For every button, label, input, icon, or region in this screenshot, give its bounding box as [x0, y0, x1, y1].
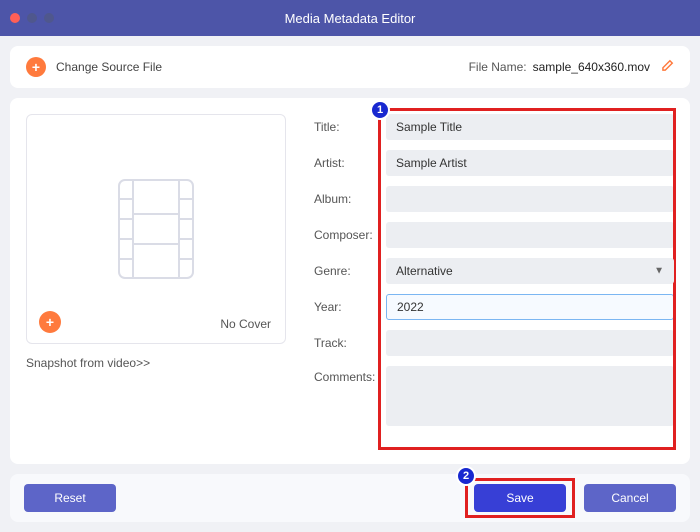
change-source-file-button[interactable]: Change Source File — [56, 60, 162, 74]
traffic-lights — [10, 13, 54, 23]
year-row: Year: — [314, 294, 674, 320]
year-input[interactable] — [386, 294, 674, 320]
comments-label: Comments: — [314, 366, 386, 384]
file-info-bar: + Change Source File File Name: sample_6… — [10, 46, 690, 88]
minimize-window-button — [27, 13, 37, 23]
artist-label: Artist: — [314, 156, 386, 170]
cancel-button[interactable]: Cancel — [584, 484, 676, 512]
title-row: Title: — [314, 114, 674, 140]
composer-row: Composer: — [314, 222, 674, 248]
no-cover-label: No Cover — [220, 317, 271, 331]
edit-filename-icon[interactable] — [660, 59, 674, 76]
close-window-button[interactable] — [10, 13, 20, 23]
composer-input[interactable] — [386, 222, 674, 248]
reset-button[interactable]: Reset — [24, 484, 116, 512]
cover-pane: + No Cover Snapshot from video>> — [26, 114, 286, 448]
film-strip-icon — [37, 125, 275, 333]
composer-label: Composer: — [314, 228, 386, 242]
annotation-badge-2: 2 — [456, 466, 476, 486]
cover-art-box: + No Cover — [26, 114, 286, 344]
window-title: Media Metadata Editor — [0, 11, 700, 26]
year-label: Year: — [314, 300, 386, 314]
main-panel: + No Cover Snapshot from video>> 1 Title… — [10, 98, 690, 464]
album-row: Album: — [314, 186, 674, 212]
file-name-label: File Name: — [469, 60, 527, 74]
content-area: + Change Source File File Name: sample_6… — [0, 36, 700, 532]
title-label: Title: — [314, 120, 386, 134]
artist-input[interactable] — [386, 150, 674, 176]
plus-icon[interactable]: + — [26, 57, 46, 77]
metadata-form: 1 Title: Artist: Album: Composer: Genre: — [314, 114, 674, 448]
album-label: Album: — [314, 192, 386, 206]
track-row: Track: — [314, 330, 674, 356]
add-cover-button[interactable]: + — [39, 311, 61, 333]
genre-select[interactable] — [386, 258, 674, 284]
track-input[interactable] — [386, 330, 674, 356]
maximize-window-button — [44, 13, 54, 23]
title-bar: Media Metadata Editor — [0, 0, 700, 36]
genre-label: Genre: — [314, 264, 386, 278]
save-button[interactable]: Save — [474, 484, 566, 512]
snapshot-from-video-link[interactable]: Snapshot from video>> — [26, 356, 286, 370]
comments-textarea[interactable] — [386, 366, 674, 426]
genre-row: Genre: ▼ — [314, 258, 674, 284]
album-input[interactable] — [386, 186, 674, 212]
track-label: Track: — [314, 336, 386, 350]
title-input[interactable] — [386, 114, 674, 140]
artist-row: Artist: — [314, 150, 674, 176]
file-name-value: sample_640x360.mov — [533, 60, 650, 74]
comments-row: Comments: — [314, 366, 674, 426]
footer-bar: Reset 2 Save Cancel — [10, 474, 690, 522]
